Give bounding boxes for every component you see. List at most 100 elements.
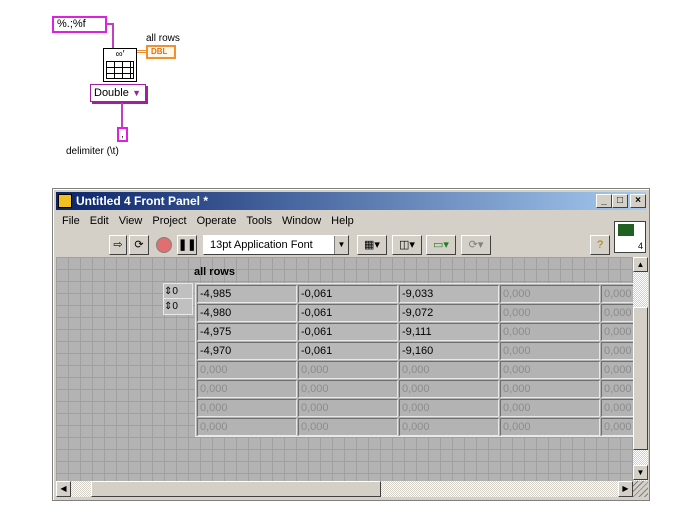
array-cell[interactable]: 0,000 (399, 399, 499, 417)
connector-pane-icon[interactable]: 4 (614, 221, 646, 253)
front-panel-canvas: all rows ⇕0 ⇕0 -4,985 -0,061 -9,033 0,000 0,… (56, 257, 633, 481)
array-cell[interactable]: 0,000 (601, 380, 633, 398)
array-cell[interactable]: -0,061 (298, 342, 398, 360)
maximize-button[interactable]: □ (612, 194, 628, 208)
array-cell[interactable]: -9,072 (399, 304, 499, 322)
menu-view[interactable]: View (119, 215, 143, 227)
array-cell[interactable]: 0,000 (399, 380, 499, 398)
array-cell[interactable]: 0,000 (601, 323, 633, 341)
dropdown-arrow-icon: ▼ (334, 236, 348, 254)
array-cell[interactable]: 0,000 (500, 342, 600, 360)
array-cell[interactable]: 0,000 (601, 399, 633, 417)
spreadsheet-string-to-array-node[interactable]: ∞′ (103, 48, 137, 82)
type-selector-dropdown[interactable]: Double ▼ (90, 84, 146, 102)
array-cell[interactable]: -0,061 (298, 285, 398, 303)
array-cell[interactable]: 0,000 (601, 361, 633, 379)
menu-operate[interactable]: Operate (197, 215, 237, 227)
array-cell[interactable]: 0,000 (500, 399, 600, 417)
array-cell[interactable]: 0,000 (601, 418, 633, 436)
resize-grip-icon[interactable] (633, 481, 648, 497)
menu-bar: File Edit View Project Operate Tools Window Hel… (62, 215, 364, 227)
array-cell[interactable]: -9,160 (399, 342, 499, 360)
pause-button[interactable]: ❚❚ (177, 235, 197, 255)
array-cell[interactable]: -4,985 (197, 285, 297, 303)
array-cell[interactable]: -0,061 (298, 323, 398, 341)
row-index-value: 0 (172, 286, 178, 297)
dbl-type-label: DBL (151, 47, 168, 56)
array-cell[interactable]: 0,000 (197, 361, 297, 379)
scroll-up-button[interactable]: ▲ (633, 257, 648, 272)
array-cell[interactable]: 0,000 (601, 285, 633, 303)
menu-help[interactable]: Help (331, 215, 354, 227)
output-label: all rows (146, 33, 180, 44)
horizontal-scroll-thumb[interactable] (91, 481, 381, 497)
scroll-right-button[interactable]: ▶ (618, 481, 633, 497)
menu-project[interactable]: Project (152, 215, 186, 227)
title-bar[interactable]: Untitled 4 Front Panel * _ □ × (56, 192, 646, 210)
minimize-button[interactable]: _ (596, 194, 612, 208)
type-selector-value: Double (94, 87, 129, 99)
array-cell[interactable]: 0,000 (399, 361, 499, 379)
reorder-button[interactable]: ⟳▾ (461, 235, 491, 255)
array-cell[interactable]: 0,000 (197, 380, 297, 398)
array-cell[interactable]: 0,000 (298, 418, 398, 436)
array-cell[interactable]: 0,000 (500, 323, 600, 341)
array-cell[interactable]: 0,000 (500, 285, 600, 303)
column-index-control[interactable]: ⇕0 (164, 299, 192, 314)
array-cell[interactable]: 0,000 (298, 380, 398, 398)
array-cell[interactable]: 0,000 (500, 361, 600, 379)
resize-objects-button[interactable]: ▭▾ (426, 235, 456, 255)
dropdown-arrow-icon: ▼ (132, 88, 141, 98)
array-cell[interactable]: 0,000 (399, 418, 499, 436)
array-cell[interactable]: -4,980 (197, 304, 297, 322)
run-arrow-button[interactable]: ⇨ (109, 235, 127, 255)
array-cell[interactable]: 0,000 (298, 361, 398, 379)
column-index-value: 0 (172, 301, 178, 312)
scroll-down-button[interactable]: ▼ (633, 465, 648, 480)
wire (137, 50, 146, 53)
distribute-objects-button[interactable]: ◫▾ (392, 235, 422, 255)
array-cell[interactable]: -9,111 (399, 323, 499, 341)
array-cell[interactable]: -0,061 (298, 304, 398, 322)
glasses-icon: ∞′ (115, 49, 125, 60)
array-cell[interactable]: -9,033 (399, 285, 499, 303)
connector-number: 4 (637, 241, 643, 251)
menu-tools[interactable]: Tools (246, 215, 272, 227)
array-table: -4,985 -0,061 -9,033 0,000 0,000 -4,980 -0,061… (195, 283, 633, 437)
font-selector-value: 13pt Application Font (210, 239, 313, 251)
array-cell[interactable]: 0,000 (197, 399, 297, 417)
array-cell[interactable]: 0,000 (197, 418, 297, 436)
horizontal-scrollbar[interactable]: ◀ ▶ (56, 481, 633, 497)
array-cell[interactable]: -4,970 (197, 342, 297, 360)
menu-edit[interactable]: Edit (90, 215, 109, 227)
context-help-button[interactable]: ? (590, 235, 610, 255)
array-cell[interactable]: 0,000 (601, 342, 633, 360)
align-objects-button[interactable]: ▦▾ (357, 235, 387, 255)
abort-button[interactable] (156, 237, 172, 253)
menu-window[interactable]: Window (282, 215, 321, 227)
front-panel-window: Untitled 4 Front Panel * _ □ × File Edit V… (52, 188, 650, 501)
all-rows-indicator[interactable]: DBL (146, 45, 176, 59)
vertical-scroll-thumb[interactable] (633, 307, 648, 450)
labview-icon (58, 194, 72, 208)
scroll-left-button[interactable]: ◀ (56, 481, 71, 497)
vertical-scrollbar[interactable]: ▲ ▼ (633, 257, 648, 481)
array-label: all rows (194, 266, 235, 278)
table-icon (106, 61, 134, 79)
font-selector[interactable]: 13pt Application Font ▼ (203, 235, 349, 255)
array-cell[interactable]: 0,000 (298, 399, 398, 417)
row-index-control[interactable]: ⇕0 (164, 284, 192, 299)
array-cell[interactable]: 0,000 (500, 304, 600, 322)
vi-icon (618, 224, 634, 236)
menu-file[interactable]: File (62, 215, 80, 227)
array-cell[interactable]: 0,000 (500, 380, 600, 398)
array-cell[interactable]: 0,000 (500, 418, 600, 436)
wire (121, 103, 123, 128)
delimiter-constant[interactable]: , (117, 127, 128, 142)
array-cell[interactable]: -4,975 (197, 323, 297, 341)
format-string-constant[interactable]: %.;%f (52, 16, 107, 33)
close-button[interactable]: × (630, 194, 646, 208)
run-continuously-button[interactable]: ⟳ (129, 235, 149, 255)
array-index-display: ⇕0 ⇕0 (163, 283, 193, 315)
array-cell[interactable]: 0,000 (601, 304, 633, 322)
